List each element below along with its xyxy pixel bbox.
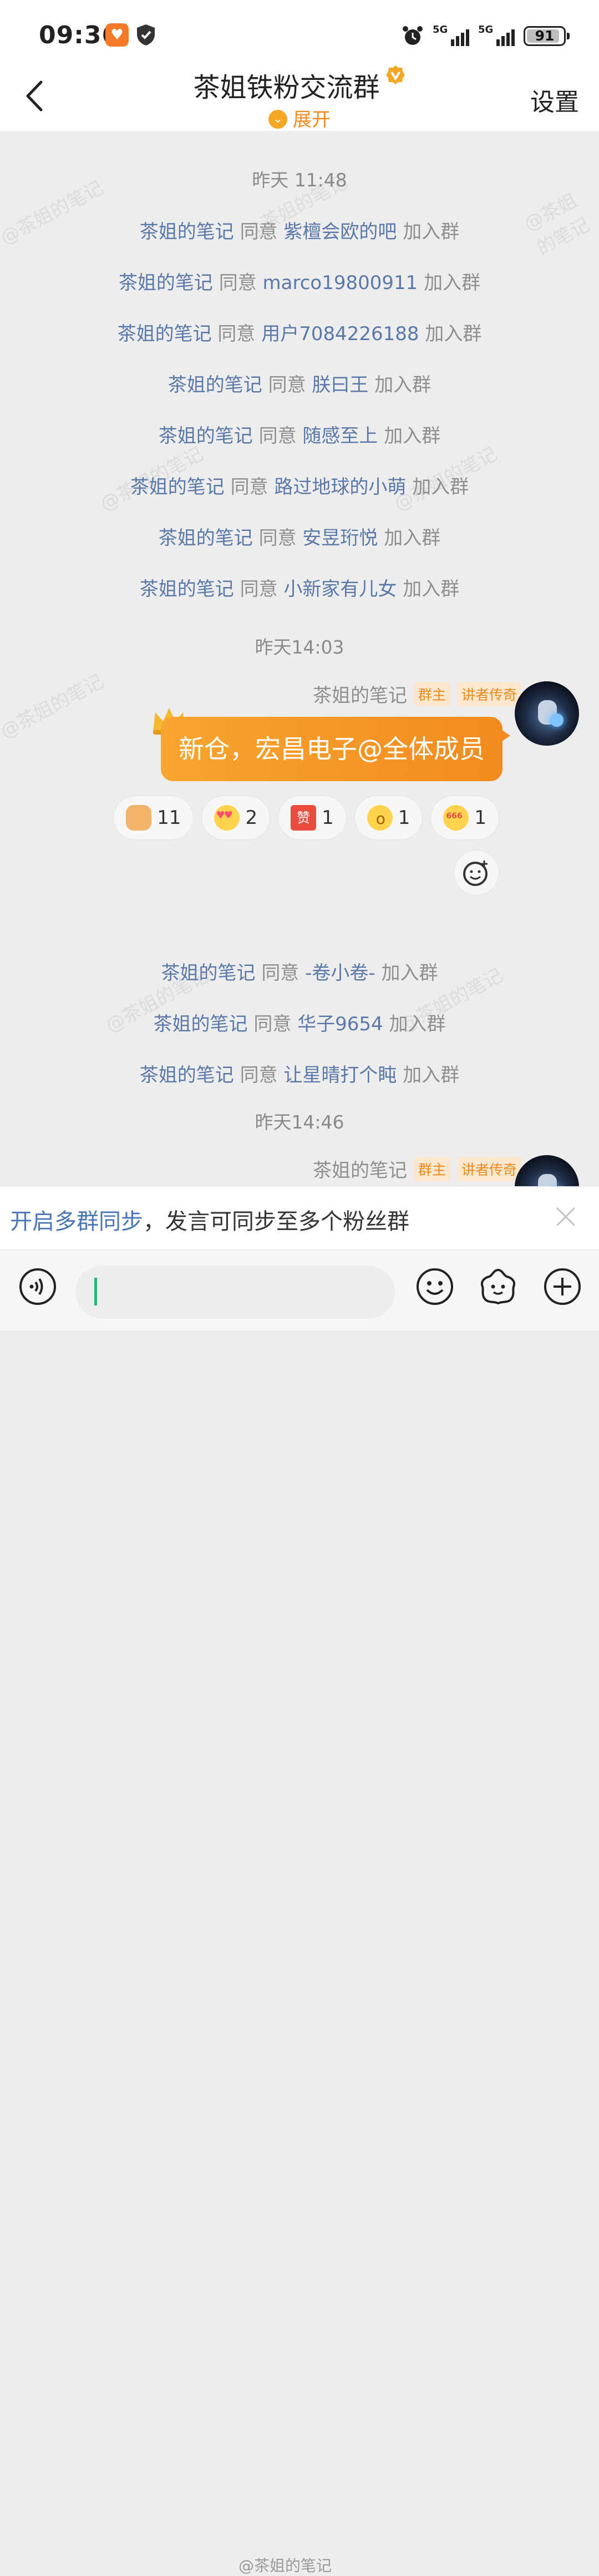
user-link[interactable]: -卷小卷- xyxy=(305,962,375,984)
user-link[interactable]: 紫檀会欧的吧 xyxy=(283,221,397,243)
input-bar: @茶姐的笔记 xyxy=(0,1249,599,2575)
battery-icon: 91 xyxy=(524,26,570,46)
user-link[interactable]: 茶姐的笔记 xyxy=(159,527,253,549)
title-tag: 讲者传奇 xyxy=(456,1156,521,1181)
avatar[interactable] xyxy=(515,681,579,746)
user-link[interactable]: 华子9654 xyxy=(297,1013,383,1035)
text-cursor xyxy=(94,1278,97,1305)
user-link[interactable]: 茶姐的笔记 xyxy=(161,962,256,984)
group-title: 茶姐铁粉交流群 xyxy=(0,65,599,104)
system-message: 茶姐的笔记 同意 让星晴打个盹 加入群 xyxy=(139,1064,460,1086)
zan-icon: 赞 xyxy=(291,805,317,831)
user-link[interactable]: 朕曰王 xyxy=(312,374,368,396)
reaction-thumbs-up[interactable]: 11 xyxy=(113,796,194,840)
thumbs-up-icon xyxy=(126,805,152,831)
user-link[interactable]: 安昱珩悦 xyxy=(302,527,378,549)
user-link[interactable]: 随感至上 xyxy=(302,425,378,447)
heart-eyes-icon xyxy=(214,805,240,831)
system-message: 茶姐的笔记 同意 安昱珩悦 加入群 xyxy=(158,527,441,549)
user-link[interactable]: 用户7084226188 xyxy=(261,323,419,345)
add-reaction-icon[interactable] xyxy=(454,850,499,895)
settings-button[interactable]: 设置 xyxy=(530,82,579,118)
system-message: 茶姐的笔记 同意 小新家有儿女 加入群 xyxy=(139,578,460,600)
reaction-heart-eyes[interactable]: 2 xyxy=(201,796,271,840)
title-tag: 讲者传奇 xyxy=(456,681,521,706)
system-message: 茶姐的笔记 同意 -卷小卷- 加入群 xyxy=(161,962,438,984)
message-input[interactable] xyxy=(75,1266,395,1319)
sticker-icon[interactable] xyxy=(478,1267,518,1307)
system-message: 茶姐的笔记 同意 华子9654 加入群 xyxy=(153,1013,446,1035)
sender-name[interactable]: 茶姐的笔记 xyxy=(313,1155,407,1182)
watermark: @茶姐的笔记 xyxy=(0,670,108,743)
timestamp: 昨天 11:48 xyxy=(252,169,347,191)
surprised-icon xyxy=(367,805,393,831)
system-message: 茶姐的笔记 同意 用户7084226188 加入群 xyxy=(117,323,482,345)
enable-sync-link[interactable]: 开启多群同步 xyxy=(10,1209,143,1234)
avatar[interactable] xyxy=(515,1155,579,1186)
expand-label: 展开 xyxy=(293,109,331,131)
plus-icon[interactable] xyxy=(542,1267,582,1307)
user-link[interactable]: 茶姐的笔记 xyxy=(168,374,262,396)
user-link[interactable]: 茶姐的笔记 xyxy=(140,1064,234,1086)
user-link[interactable]: 茶姐的笔记 xyxy=(154,1013,248,1035)
timestamp: 昨天14:03 xyxy=(255,636,344,658)
reaction-bar: 11 2 赞1 1 1 xyxy=(113,796,499,840)
message-sender: 茶姐的笔记 群主 讲者传奇 xyxy=(313,1155,521,1182)
system-message: 茶姐的笔记 同意 marco19800911 加入群 xyxy=(118,272,481,294)
reaction-666[interactable]: 1 xyxy=(430,796,499,840)
timestamp: 昨天14:46 xyxy=(255,1111,344,1133)
system-message: 茶姐的笔记 同意 随感至上 加入群 xyxy=(158,425,441,447)
voice-icon[interactable] xyxy=(18,1267,58,1307)
system-message: 茶姐的笔记 同意 路过地球的小萌 加入群 xyxy=(130,476,469,498)
owner-tag: 群主 xyxy=(413,1156,450,1181)
user-link[interactable]: 茶姐的笔记 xyxy=(140,221,234,243)
reaction-surprised[interactable]: 1 xyxy=(354,796,423,840)
user-link[interactable]: 路过地球的小萌 xyxy=(274,476,406,498)
message-sender: 茶姐的笔记 群主 讲者传奇 xyxy=(313,680,521,707)
user-link[interactable]: 茶姐的笔记 xyxy=(119,272,213,294)
expand-button[interactable]: ⌄ 展开 xyxy=(0,104,599,131)
user-link[interactable]: 茶姐的笔记 xyxy=(140,578,234,600)
sender-name[interactable]: 茶姐的笔记 xyxy=(313,680,407,707)
message-bubble[interactable]: 新仓，宏昌电子@全体成员 xyxy=(161,717,510,781)
sync-text: 开启多群同步，发言可同步至多个粉丝群 xyxy=(10,1209,409,1234)
emoji-icon[interactable] xyxy=(415,1267,455,1307)
app-notification-icon: ♥ xyxy=(105,23,129,47)
signal-icon: 5G xyxy=(478,24,515,48)
watermark: @茶姐的笔记 xyxy=(238,2557,332,2575)
owner-tag: 群主 xyxy=(413,681,450,706)
user-link[interactable]: marco19800911 xyxy=(263,272,418,294)
user-link[interactable]: 小新家有儿女 xyxy=(283,578,397,600)
user-link[interactable]: 让星晴打个盹 xyxy=(283,1064,397,1086)
666-icon xyxy=(443,805,469,831)
verified-badge-icon xyxy=(385,65,405,84)
page-title: 茶姐铁粉交流群 xyxy=(193,72,380,103)
chat-area[interactable]: @茶姐的笔记 @茶姐的笔记 @茶姐的笔记 @茶姐的笔记 @茶姐的笔记 @茶姐的笔… xyxy=(0,131,599,1186)
user-link[interactable]: 茶姐的笔记 xyxy=(159,425,253,447)
status-bar: 09:36 ♥ 5G 5G 91 xyxy=(0,0,599,72)
shield-icon xyxy=(137,24,155,45)
chevron-down-icon: ⌄ xyxy=(268,109,287,129)
chat-header: 茶姐铁粉交流群 ⌄ 展开 设置 xyxy=(0,65,599,131)
system-message: 茶姐的笔记 同意 朕曰王 加入群 xyxy=(167,374,432,396)
multi-group-sync-banner: 开启多群同步，发言可同步至多个粉丝群 xyxy=(0,1186,599,1250)
signal-icon: 5G xyxy=(433,24,469,48)
user-link[interactable]: 茶姐的笔记 xyxy=(130,476,225,498)
system-message: 茶姐的笔记 同意 紫檀会欧的吧 加入群 xyxy=(139,221,460,243)
reaction-zan[interactable]: 赞1 xyxy=(278,796,347,840)
close-icon[interactable] xyxy=(552,1203,579,1230)
alarm-icon xyxy=(403,26,423,45)
user-link[interactable]: 茶姐的笔记 xyxy=(118,323,212,345)
